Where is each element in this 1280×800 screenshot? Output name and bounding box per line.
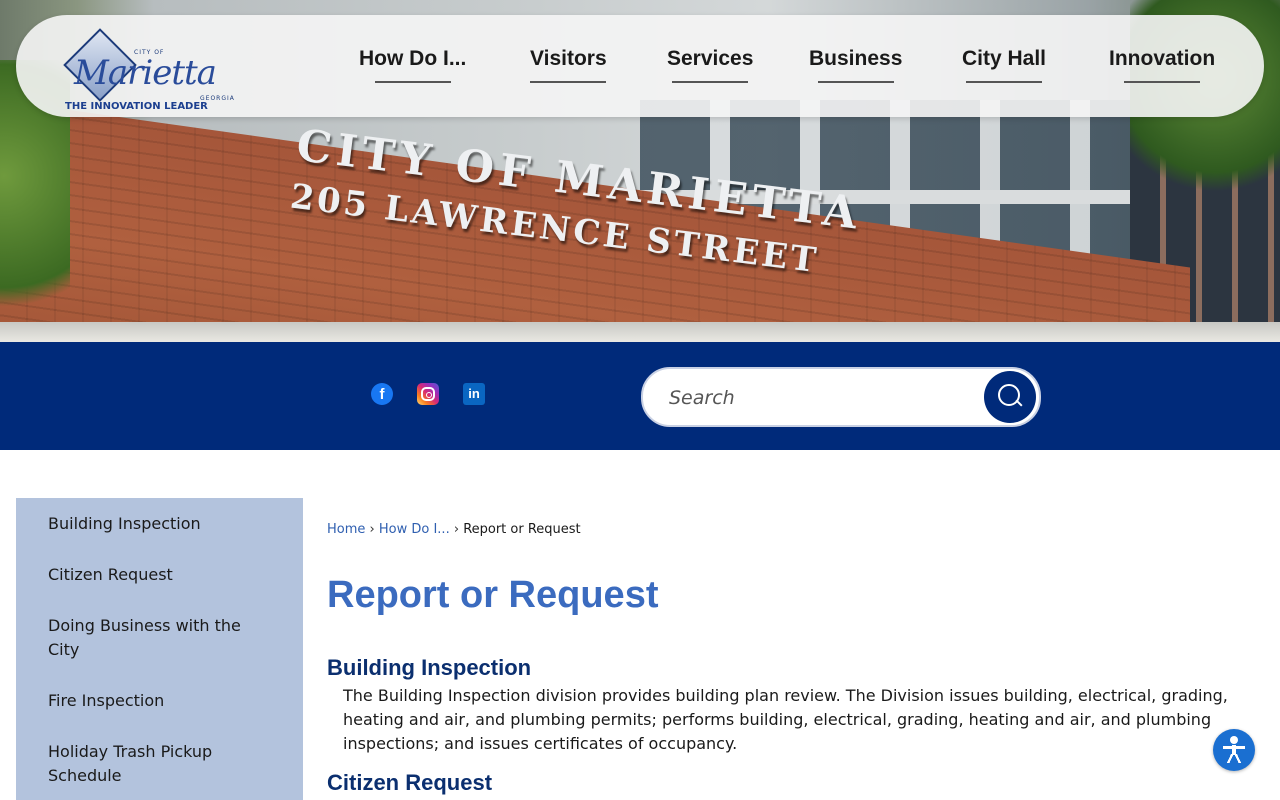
entrance-overhang [0, 322, 1280, 342]
breadcrumb-how-do-i[interactable]: How Do I... [379, 522, 450, 537]
search-box [641, 367, 1041, 427]
nav-item-label: Services [667, 47, 754, 70]
breadcrumb-separator: › [453, 522, 460, 537]
breadcrumb-home[interactable]: Home [327, 522, 365, 537]
search-icon[interactable] [984, 371, 1036, 423]
breadcrumb-current: Report or Request [463, 522, 581, 537]
logo-name: Marietta [74, 53, 217, 93]
instagram-icon[interactable] [417, 383, 439, 405]
site-logo[interactable]: CITY OF Marietta GEORGIA THE INNOVATION … [56, 23, 236, 112]
page-title: Report or Request [327, 574, 659, 616]
accessibility-icon[interactable] [1213, 729, 1255, 771]
nav-underline [1124, 81, 1201, 83]
section-heading-citizen-request[interactable]: Citizen Request [327, 770, 492, 796]
nav-item-how-do-i[interactable]: How Do I... [359, 47, 466, 83]
utility-band [0, 342, 1280, 450]
sidebar-item-doing-business[interactable]: Doing Business with the City [48, 614, 248, 662]
sidebar-item-fire-inspection[interactable]: Fire Inspection [48, 689, 248, 713]
nav-item-label: Visitors [530, 47, 607, 70]
nav-underline [374, 81, 451, 83]
nav-item-services[interactable]: Services [667, 47, 753, 83]
facebook-icon[interactable]: f [371, 383, 393, 405]
section-heading-building-inspection[interactable]: Building Inspection [327, 655, 531, 681]
nav-item-label: How Do I... [359, 47, 467, 70]
nav-underline [672, 81, 749, 83]
nav-item-visitors[interactable]: Visitors [530, 47, 607, 83]
nav-underline [966, 81, 1043, 83]
nav-item-label: Business [809, 47, 903, 70]
nav-item-city-hall[interactable]: City Hall [962, 47, 1046, 83]
section-body-building-inspection: The Building Inspection division provide… [343, 686, 1228, 753]
search-input[interactable] [667, 381, 971, 415]
nav-item-business[interactable]: Business [809, 47, 902, 83]
sidebar-item-holiday-trash[interactable]: Holiday Trash Pickup Schedule [48, 740, 248, 788]
sidebar-nav: Building Inspection Citizen Request Doin… [16, 498, 303, 800]
sidebar-item-citizen-request[interactable]: Citizen Request [48, 563, 248, 587]
sidebar-item-building-inspection[interactable]: Building Inspection [48, 512, 248, 536]
main-navigation: CITY OF Marietta GEORGIA THE INNOVATION … [16, 15, 1264, 117]
breadcrumb: Home › How Do I... › Report or Request [327, 522, 581, 537]
nav-underline [817, 81, 894, 83]
nav-item-innovation[interactable]: Innovation [1109, 47, 1215, 83]
nav-item-label: Innovation [1109, 47, 1216, 70]
linkedin-icon[interactable]: in [463, 383, 485, 405]
nav-underline [530, 81, 607, 83]
logo-tagline: THE INNOVATION LEADER [65, 101, 208, 112]
nav-item-label: City Hall [962, 47, 1047, 70]
breadcrumb-separator: › [369, 522, 375, 537]
